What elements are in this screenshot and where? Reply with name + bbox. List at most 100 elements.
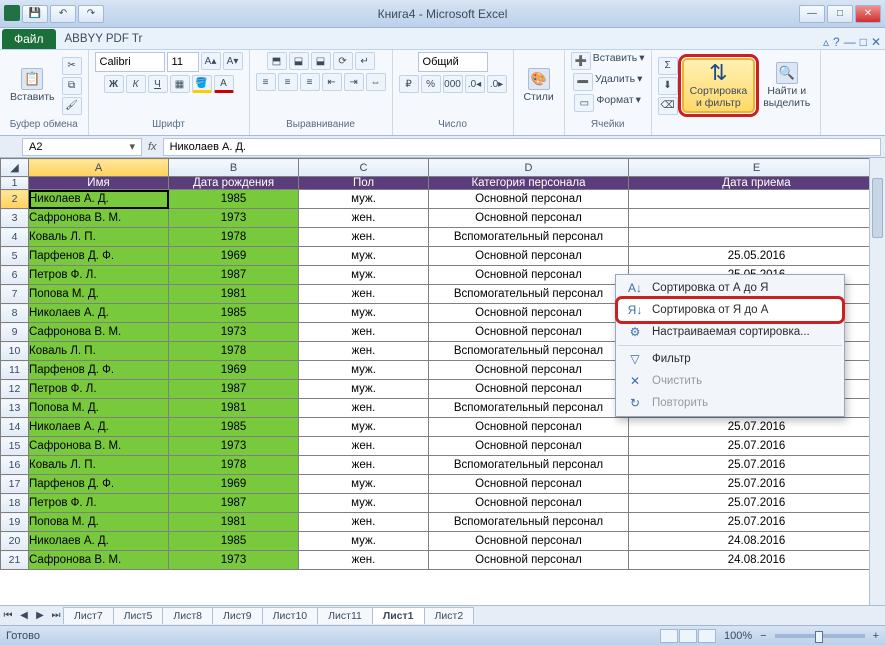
cell[interactable]: 1969 <box>169 247 299 266</box>
header-sex[interactable]: Пол <box>299 177 429 190</box>
header-date[interactable]: Дата приема <box>629 177 885 190</box>
file-tab[interactable]: Файл <box>2 29 56 49</box>
fill-icon[interactable]: ⬇ <box>658 77 678 95</box>
sheet-nav-first[interactable]: ⏮ <box>0 608 16 624</box>
cell[interactable]: 1969 <box>169 361 299 380</box>
row-header[interactable]: 6 <box>1 266 29 285</box>
sheet-tab-Лист2[interactable]: Лист2 <box>424 607 475 624</box>
row-header[interactable]: 7 <box>1 285 29 304</box>
row-header[interactable]: 11 <box>1 361 29 380</box>
cell[interactable]: жен. <box>299 399 429 418</box>
fill-color-icon[interactable]: 🪣 <box>192 75 212 93</box>
zoom-in-button[interactable]: + <box>873 630 879 642</box>
row-header[interactable]: 2 <box>1 190 29 209</box>
column-headers[interactable]: ◢ A B C D E <box>1 159 885 177</box>
cell[interactable]: 1981 <box>169 513 299 532</box>
decrease-indent-icon[interactable]: ⇤ <box>322 73 342 91</box>
sheet-nav-next[interactable]: ▶ <box>32 608 48 624</box>
cell[interactable]: 1985 <box>169 532 299 551</box>
cell[interactable]: 1981 <box>169 399 299 418</box>
row-header[interactable]: 10 <box>1 342 29 361</box>
cell[interactable]: муж. <box>299 418 429 437</box>
font-color-icon[interactable]: A <box>214 75 234 93</box>
close-button[interactable]: ✕ <box>855 5 881 23</box>
wrap-text-icon[interactable]: ↵ <box>355 52 375 70</box>
cell[interactable]: Основной персонал <box>429 304 629 323</box>
menu-sort-za[interactable]: Я↓Сортировка от Я до А <box>618 299 842 321</box>
formula-bar[interactable]: Николаев А. Д. <box>163 138 881 156</box>
sheet-tab-Лист9[interactable]: Лист9 <box>212 607 263 624</box>
cell[interactable]: Вспомогательный персонал <box>429 399 629 418</box>
cell[interactable]: жен. <box>299 342 429 361</box>
cell[interactable]: муж. <box>299 304 429 323</box>
cells-insert-button[interactable]: ➕Вставить ▾ <box>571 52 645 70</box>
cell[interactable]: Николаев А. Д. <box>29 190 169 209</box>
col-B[interactable]: B <box>169 159 299 177</box>
cell[interactable]: Основной персонал <box>429 247 629 266</box>
cell[interactable]: 1985 <box>169 190 299 209</box>
cell[interactable]: 25.07.2016 <box>629 513 885 532</box>
format-painter-icon[interactable]: 🖌 <box>62 97 82 115</box>
cell[interactable]: муж. <box>299 247 429 266</box>
sheet-nav-last[interactable]: ⏭ <box>48 608 64 624</box>
cell[interactable]: 24.08.2016 <box>629 551 885 570</box>
cell[interactable]: муж. <box>299 475 429 494</box>
cell[interactable]: Коваль Л. П. <box>29 228 169 247</box>
row-header[interactable]: 17 <box>1 475 29 494</box>
sheet-tab-Лист1[interactable]: Лист1 <box>372 607 425 624</box>
header-category[interactable]: Категория персонала <box>429 177 629 190</box>
increase-indent-icon[interactable]: ⇥ <box>344 73 364 91</box>
cell[interactable] <box>629 209 885 228</box>
cell[interactable]: 1985 <box>169 304 299 323</box>
italic-button[interactable]: К <box>126 75 146 93</box>
minimize-button[interactable]: — <box>799 5 825 23</box>
select-all-corner[interactable]: ◢ <box>1 159 29 177</box>
cell[interactable]: 1987 <box>169 380 299 399</box>
cells-delete-button[interactable]: ➖Удалить ▾ <box>573 73 642 91</box>
row-header[interactable]: 5 <box>1 247 29 266</box>
cell[interactable]: муж. <box>299 361 429 380</box>
row-header[interactable]: 1 <box>1 177 29 190</box>
cell[interactable]: Основной персонал <box>429 266 629 285</box>
ribbon-minimize-icon[interactable]: ▵ <box>823 35 829 49</box>
cell[interactable]: 24.08.2016 <box>629 532 885 551</box>
paste-button[interactable]: 📋 Вставить <box>6 66 59 106</box>
row-header[interactable]: 21 <box>1 551 29 570</box>
view-page-break-icon[interactable] <box>698 629 716 643</box>
find-select-button[interactable]: 🔍 Найти и выделить <box>759 60 814 111</box>
menu-sort-az[interactable]: А↓Сортировка от А до Я <box>618 277 842 299</box>
cell[interactable]: Основной персонал <box>429 437 629 456</box>
cell[interactable]: Вспомогательный персонал <box>429 342 629 361</box>
number-format-select[interactable] <box>418 52 488 72</box>
merge-icon[interactable]: ⇔ <box>366 73 386 91</box>
row-header[interactable]: 8 <box>1 304 29 323</box>
namebox-dropdown-icon[interactable]: ▾ <box>129 140 135 153</box>
qat-redo-icon[interactable]: ↷ <box>78 5 104 23</box>
cell[interactable]: жен. <box>299 285 429 304</box>
view-page-layout-icon[interactable] <box>679 629 697 643</box>
comma-icon[interactable]: 000 <box>443 75 463 93</box>
sheet-tab-Лист11[interactable]: Лист11 <box>317 607 373 624</box>
cell[interactable]: Сафронова В. М. <box>29 437 169 456</box>
help-icon[interactable]: ? <box>833 35 840 49</box>
vertical-scrollbar[interactable] <box>869 158 885 605</box>
cell[interactable]: Вспомогательный персонал <box>429 513 629 532</box>
cell[interactable]: муж. <box>299 494 429 513</box>
cell[interactable]: Коваль Л. П. <box>29 342 169 361</box>
row-header[interactable]: 19 <box>1 513 29 532</box>
menu-filter[interactable]: ▽Фильтр <box>618 348 842 370</box>
fx-icon[interactable]: fx <box>148 141 157 153</box>
cell[interactable]: жен. <box>299 209 429 228</box>
cell[interactable] <box>629 228 885 247</box>
cell[interactable]: 25.07.2016 <box>629 456 885 475</box>
cell[interactable]: Основной персонал <box>429 323 629 342</box>
cell[interactable]: жен. <box>299 437 429 456</box>
cell[interactable]: муж. <box>299 190 429 209</box>
header-name[interactable]: Имя <box>29 177 169 190</box>
sheet-tab-Лист5[interactable]: Лист5 <box>113 607 164 624</box>
doc-restore-icon[interactable]: □ <box>860 35 867 49</box>
cut-icon[interactable]: ✂ <box>62 57 82 75</box>
zoom-out-button[interactable]: − <box>760 630 766 642</box>
decrease-font-icon[interactable]: A▾ <box>223 52 243 70</box>
cell[interactable]: Николаев А. Д. <box>29 532 169 551</box>
